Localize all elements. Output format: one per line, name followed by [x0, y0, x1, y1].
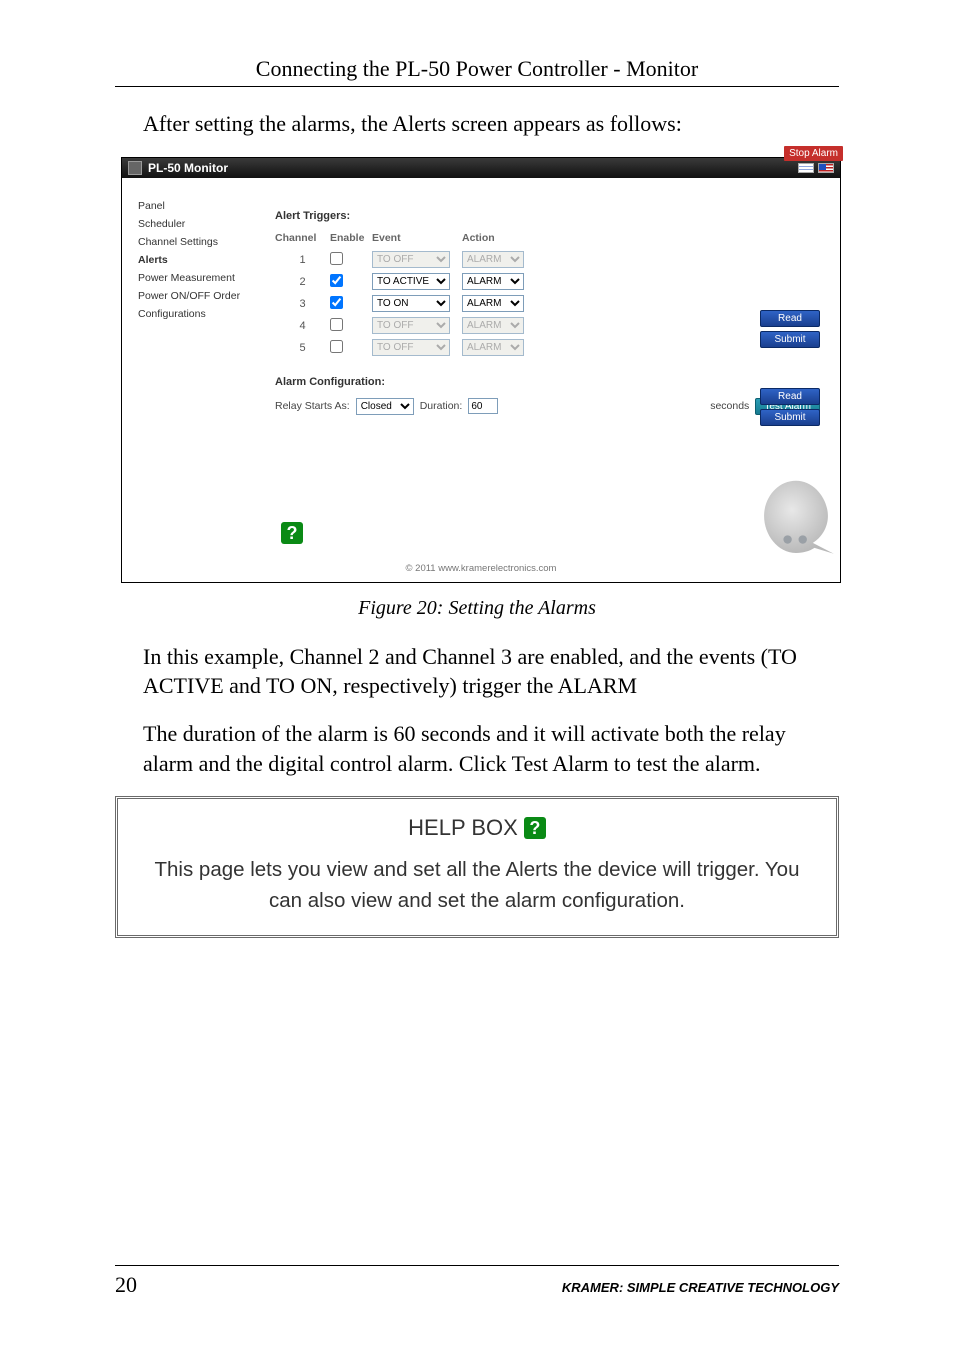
channel-number: 2: [275, 276, 330, 288]
sidebar-item-configurations[interactable]: Configurations: [138, 308, 259, 320]
app-window: PL-50 Monitor Panel Scheduler Channel Se…: [121, 157, 841, 583]
cfg-read-button[interactable]: Read: [760, 388, 820, 405]
trigger-row: 2 TO ACTIVE ALARM: [275, 272, 820, 292]
app-icon: [128, 161, 142, 175]
sidebar-item-channel-settings[interactable]: Channel Settings: [138, 236, 259, 248]
col-event: Event: [372, 232, 462, 244]
duration-label: Duration:: [420, 400, 463, 412]
trigger-row: 4 TO OFF ALARM: [275, 316, 820, 336]
relay-starts-select[interactable]: Closed: [356, 398, 414, 415]
action-select: ALARM: [462, 251, 524, 268]
col-action: Action: [462, 232, 532, 244]
main-pane: Alert Triggers: Channel Enable Event Act…: [267, 178, 840, 558]
event-select[interactable]: TO ON: [372, 295, 450, 312]
page-header: Connecting the PL-50 Power Controller - …: [115, 56, 839, 82]
trigger-row: 1 TO OFF ALARM: [275, 250, 820, 270]
help-box: HELP BOX ? This page lets you view and s…: [115, 796, 839, 938]
stop-alarm-badge[interactable]: Stop Alarm: [784, 146, 843, 161]
sidebar-item-panel[interactable]: Panel: [138, 200, 259, 212]
trigger-row: 5 TO OFF ALARM: [275, 338, 820, 358]
sidebar-item-power-measurement[interactable]: Power Measurement: [138, 272, 259, 284]
submit-button[interactable]: Submit: [760, 331, 820, 348]
sidebar: Panel Scheduler Channel Settings Alerts …: [122, 178, 267, 558]
channel-number: 1: [275, 254, 330, 266]
read-button[interactable]: Read: [760, 310, 820, 327]
flag-us-icon[interactable]: [818, 163, 834, 173]
cfg-submit-button[interactable]: Submit: [760, 409, 820, 426]
help-box-body: This page lets you view and set all the …: [136, 855, 818, 917]
event-select: TO OFF: [372, 251, 450, 268]
sidebar-item-alerts[interactable]: Alerts: [138, 254, 259, 266]
relay-starts-label: Relay Starts As:: [275, 400, 350, 412]
screenshot-figure: Stop Alarm PL-50 Monitor Panel Scheduler…: [121, 157, 839, 583]
seconds-label: seconds: [710, 400, 749, 412]
figure-caption: Figure 20: Setting the Alarms: [115, 597, 839, 620]
col-enable: Enable: [330, 232, 372, 244]
alarm-config-row: Relay Starts As: Closed Duration: second…: [275, 398, 820, 415]
kramer-logo: [754, 474, 838, 558]
app-title: PL-50 Monitor: [148, 161, 228, 175]
channel-number: 5: [275, 342, 330, 354]
footer-brand: KRAMER: SIMPLE CREATIVE TECHNOLOGY: [562, 1280, 839, 1295]
channel-number: 3: [275, 298, 330, 310]
help-box-title: HELP BOX: [408, 815, 518, 841]
enable-checkbox[interactable]: [330, 296, 343, 309]
enable-checkbox[interactable]: [330, 340, 343, 353]
help-icon-corner[interactable]: ?: [281, 522, 303, 544]
action-select: ALARM: [462, 317, 524, 334]
channel-number: 4: [275, 320, 330, 332]
triggers-buttons: Read Submit: [760, 310, 820, 348]
header-rule: [115, 86, 839, 87]
alarm-config-heading: Alarm Configuration:: [275, 376, 820, 388]
enable-checkbox[interactable]: [330, 318, 343, 331]
page-footer: 20 KRAMER: SIMPLE CREATIVE TECHNOLOGY: [115, 1265, 839, 1298]
paragraph-1: In this example, Channel 2 and Channel 3…: [115, 642, 839, 701]
intro-paragraph: After setting the alarms, the Alerts scr…: [115, 109, 839, 139]
flag-il-icon[interactable]: [798, 163, 814, 173]
sidebar-item-scheduler[interactable]: Scheduler: [138, 218, 259, 230]
sidebar-item-power-order[interactable]: Power ON/OFF Order: [138, 290, 259, 302]
help-icon[interactable]: ?: [281, 522, 303, 544]
page-number: 20: [115, 1272, 137, 1298]
cfg-buttons: Read Submit: [760, 388, 820, 426]
enable-checkbox[interactable]: [330, 252, 343, 265]
help-icon: ?: [524, 817, 546, 839]
alert-triggers-heading: Alert Triggers:: [275, 210, 820, 222]
event-select[interactable]: TO ACTIVE: [372, 273, 450, 290]
triggers-header-row: Channel Enable Event Action: [275, 232, 820, 244]
col-channel: Channel: [275, 232, 330, 244]
action-select[interactable]: ALARM: [462, 295, 524, 312]
action-select[interactable]: ALARM: [462, 273, 524, 290]
enable-checkbox[interactable]: [330, 274, 343, 287]
event-select: TO OFF: [372, 339, 450, 356]
event-select: TO OFF: [372, 317, 450, 334]
action-select: ALARM: [462, 339, 524, 356]
paragraph-2: The duration of the alarm is 60 seconds …: [115, 719, 839, 778]
help-box-title-row: HELP BOX ?: [136, 815, 818, 841]
app-footer: © 2011 www.kramerelectronics.com: [122, 558, 840, 582]
duration-input[interactable]: [468, 398, 498, 414]
titlebar: PL-50 Monitor: [122, 158, 840, 178]
titlebar-right: [798, 163, 834, 173]
trigger-row: 3 TO ON ALARM: [275, 294, 820, 314]
